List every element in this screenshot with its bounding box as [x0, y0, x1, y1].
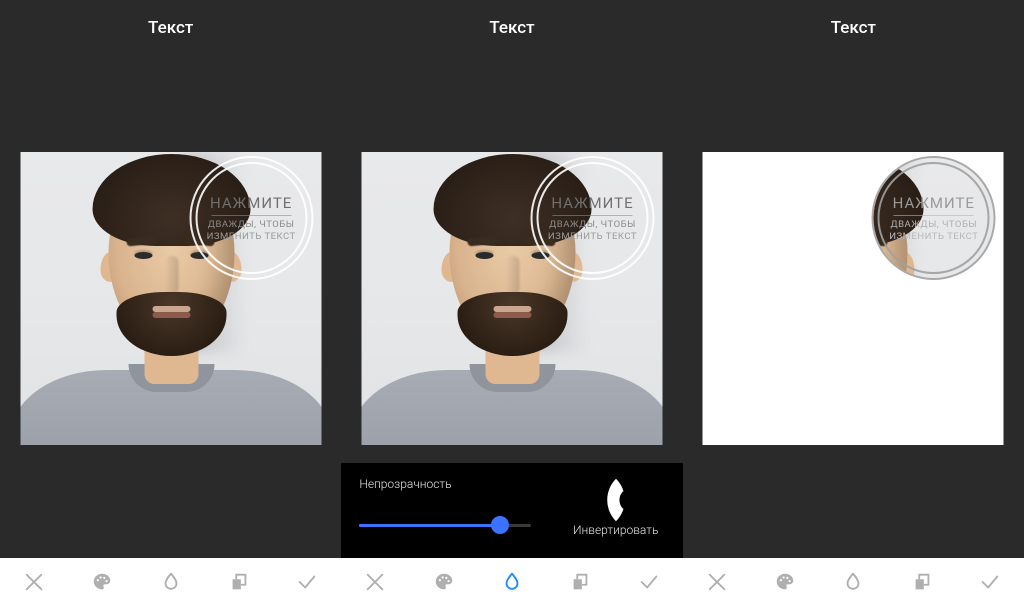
slider-thumb[interactable]	[491, 516, 509, 534]
opacity-button[interactable]	[159, 570, 183, 594]
image-canvas[interactable]: НАЖМИТЕ ДВАЖДЫ, ЧТОБЫ ИЗМЕНИТЬ ТЕКСТ	[20, 152, 321, 445]
cancel-button[interactable]	[363, 570, 387, 594]
toolbar-group-3	[683, 558, 1024, 606]
badge-line1: НАЖМИТЕ	[189, 194, 313, 212]
style-button[interactable]	[568, 570, 592, 594]
editor-panel-2: Текст НАЖМИТЕ ДВАЖДЫ, ЧТОБЫ	[341, 0, 682, 558]
panel-title: Текст	[683, 18, 1024, 38]
panel-title: Текст	[341, 18, 682, 38]
invert-label: Инвертировать	[573, 523, 658, 537]
color-button[interactable]	[773, 570, 797, 594]
text-badge[interactable]: НАЖМИТЕ ДВАЖДЫ, ЧТОБЫ ИЗМЕНИТЬ ТЕКСТ	[872, 156, 996, 280]
style-button[interactable]	[910, 570, 934, 594]
badge-line2: ДВАЖДЫ, ЧТОБЫ	[530, 219, 654, 230]
confirm-button[interactable]	[637, 570, 661, 594]
badge-line2: ДВАЖДЫ, ЧТОБЫ	[872, 219, 996, 230]
color-button[interactable]	[90, 570, 114, 594]
badge-line3: ИЗМЕНИТЬ ТЕКСТ	[189, 231, 313, 242]
text-badge[interactable]: НАЖМИТЕ ДВАЖДЫ, ЧТОБЫ ИЗМЕНИТЬ ТЕКСТ	[530, 156, 654, 280]
toolbar-group-1	[0, 558, 341, 606]
badge-line3: ИЗМЕНИТЬ ТЕКСТ	[872, 231, 996, 242]
confirm-button[interactable]	[295, 570, 319, 594]
text-badge[interactable]: НАЖМИТЕ ДВАЖДЫ, ЧТОБЫ ИЗМЕНИТЬ ТЕКСТ	[189, 156, 313, 280]
opacity-slider[interactable]	[359, 515, 530, 535]
cancel-button[interactable]	[22, 570, 46, 594]
editor-stage: Текст НАЖМИТЕ ДВАЖДЫ, ЧТОБЫ	[0, 0, 1024, 558]
badge-line1: НАЖМИТЕ	[872, 194, 996, 212]
opacity-button[interactable]	[500, 570, 524, 594]
color-button[interactable]	[432, 570, 456, 594]
badge-line3: ИЗМЕНИТЬ ТЕКСТ	[530, 231, 654, 242]
options-panel: Непрозрачность Инвертировать	[341, 463, 682, 558]
bottom-toolbar	[0, 558, 1024, 606]
editor-panel-3: Текст	[683, 0, 1024, 558]
panel-title: Текст	[0, 18, 341, 38]
image-canvas[interactable]: НАЖМИТЕ ДВАЖДЫ, ЧТОБЫ ИЗМЕНИТЬ ТЕКСТ	[361, 152, 662, 445]
badge-line1: НАЖМИТЕ	[530, 194, 654, 212]
opacity-label: Непрозрачность	[359, 477, 530, 491]
cancel-button[interactable]	[705, 570, 729, 594]
opacity-button[interactable]	[841, 570, 865, 594]
invert-button[interactable]: Инвертировать	[549, 463, 683, 558]
confirm-button[interactable]	[978, 570, 1002, 594]
badge-line2: ДВАЖДЫ, ЧТОБЫ	[189, 219, 313, 230]
image-canvas[interactable]: НАЖМИТЕ ДВАЖДЫ, ЧТОБЫ ИЗМЕНИТЬ ТЕКСТ	[703, 152, 1004, 445]
editor-panel-1: Текст НАЖМИТЕ ДВАЖДЫ, ЧТОБЫ	[0, 0, 341, 558]
style-button[interactable]	[227, 570, 251, 594]
toolbar-group-2	[341, 558, 682, 606]
invert-icon	[594, 478, 636, 520]
